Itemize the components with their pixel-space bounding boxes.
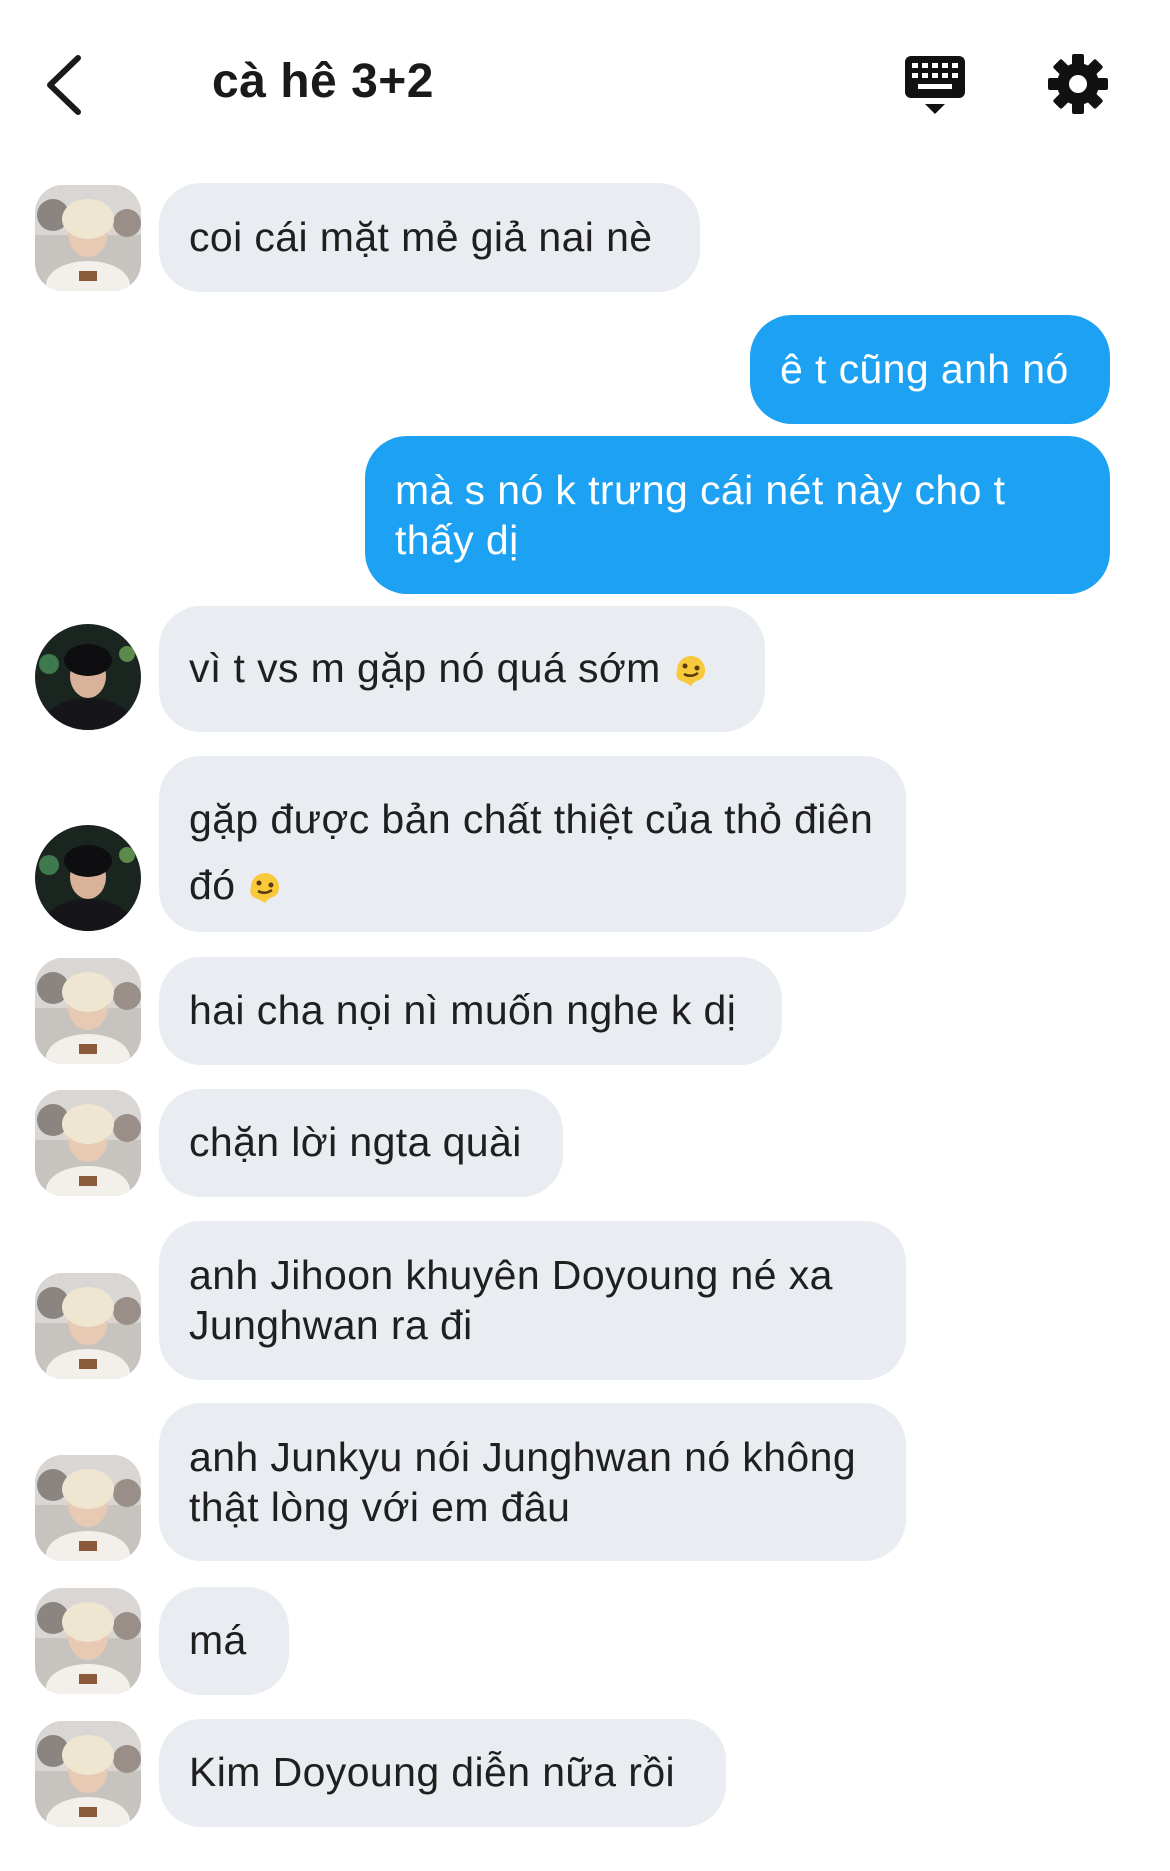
chevron-left-icon [47,55,81,115]
message-bubble-incoming[interactable]: má [159,1587,289,1695]
message-bubble-incoming[interactable]: Kim Doyoung diễn nữa rồi [159,1719,726,1827]
message-bubble-incoming[interactable]: gặp được bản chất thiệt của thỏ điên đó [159,756,906,932]
message-bubble-incoming[interactable]: anh Jihoon khuyên Doyoung né xa Junghwan… [159,1221,906,1380]
avatar-blonde[interactable] [35,185,141,291]
chat-header: cà hê 3+2 [0,0,1170,165]
message-bubble-incoming[interactable]: coi cái mặt mẻ giả nai nè [159,183,700,292]
message-bubble-outgoing[interactable]: ê t cũng anh nó [750,315,1110,424]
message-bubble-incoming[interactable]: anh Junkyu nói Junghwan nó không thật lò… [159,1403,906,1561]
avatar-dark-hair[interactable] [35,825,141,931]
avatar-blonde[interactable] [35,1721,141,1827]
message-bubble-incoming[interactable]: hai cha nọi nì muốn nghe k dị [159,957,782,1065]
avatar-blonde[interactable] [35,1455,141,1561]
back-button[interactable] [40,50,90,120]
melting-face-emoji [245,858,285,903]
melting-face-emoji [671,648,711,688]
avatar-blonde[interactable] [35,958,141,1064]
avatar-dark-hair[interactable] [35,624,141,730]
keyboard-button[interactable] [900,52,970,118]
message-bubble-outgoing[interactable]: mà s nó k trưng cái nét này cho t thấy d… [365,436,1110,594]
gear-icon [1048,54,1108,114]
chat-title: cà hê 3+2 [212,55,434,108]
keyboard-icon [905,56,965,114]
avatar-blonde[interactable] [35,1090,141,1196]
message-bubble-incoming[interactable]: chặn lời ngta quài [159,1089,563,1197]
avatar-blonde[interactable] [35,1273,141,1379]
avatar-blonde[interactable] [35,1588,141,1694]
message-bubble-incoming[interactable]: vì t vs m gặp nó quá sớm [159,606,765,732]
settings-button[interactable] [1046,52,1110,116]
